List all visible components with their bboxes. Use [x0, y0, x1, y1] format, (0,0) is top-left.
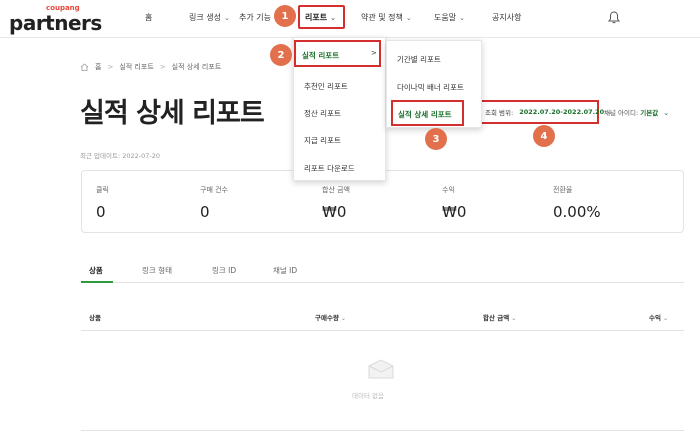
chevron-down-icon: ⌄ — [405, 14, 412, 22]
stat-value: 0 — [96, 203, 106, 221]
tab-link-type[interactable]: 링크 형태 — [142, 265, 172, 276]
empty-message: 데이터 없음 — [352, 392, 384, 400]
breadcrumb-current: 실적 상세 리포트 — [171, 63, 222, 71]
stat-label: 합산 금액 — [322, 186, 350, 194]
nav-report[interactable]: 리포트 ⌄ — [305, 12, 336, 23]
nav-report-label: 리포트 — [305, 13, 328, 22]
stat-label: 전환율 — [553, 186, 573, 194]
chevron-down-icon: ⌄ — [459, 14, 465, 22]
logo-main-text: partners — [9, 11, 102, 35]
nav-home[interactable]: 홈 — [145, 12, 152, 23]
col-total-amount-label: 합산 금액 — [483, 314, 510, 322]
sort-icon: ⌄ — [511, 315, 517, 322]
breadcrumb: 홈 > 실적 리포트 > 실적 상세 리포트 — [80, 62, 221, 72]
stat-value: ₩0 — [442, 203, 467, 221]
tab-link-id[interactable]: 링크 ID — [212, 265, 236, 276]
menu-item-detail-report[interactable]: 실적 상세 리포트 — [398, 109, 452, 120]
last-updated: 최근 업데이트: 2022-07-20 — [80, 152, 160, 160]
stat-clicks: 클릭 0 — [96, 185, 109, 221]
tab-channel-id[interactable]: 채널 ID — [273, 265, 297, 276]
date-range-label: 조회 범위: — [485, 109, 514, 117]
breadcrumb-separator: > — [107, 63, 114, 71]
step-marker-1: 1 — [274, 5, 296, 27]
step-marker-2: 2 — [270, 44, 292, 66]
menu-item-report-download[interactable]: 리포트 다운로드 — [304, 163, 355, 174]
menu-item-payment-report[interactable]: 지급 리포트 — [304, 135, 341, 146]
nav-help-label: 도움말 — [434, 13, 457, 22]
stat-value: ₩0 — [322, 203, 347, 221]
sort-icon: ⌄ — [662, 315, 668, 322]
channel-value: 기본값 — [640, 109, 659, 117]
chevron-down-icon: ⌄ — [663, 109, 670, 117]
channel-filter[interactable]: 채널 아이디: 기본값 ⌄ — [604, 107, 669, 117]
menu-item-settlement-report[interactable]: 정산 리포트 — [304, 108, 341, 119]
table-header: 상품 구매수량 ⌄ 합산 금액 ⌄ 수익 ⌄ — [81, 305, 684, 331]
step-marker-3: 3 — [425, 128, 447, 150]
menu-item-period-report[interactable]: 기간별 리포트 — [397, 54, 441, 65]
date-range-value: 2022.07.20-2022.07.20 — [519, 108, 605, 116]
top-header: coupang partners 홈 링크 생성 ⌄ 추가 기능 리포트 ⌄ 약관 … — [0, 0, 700, 38]
bell-icon[interactable] — [608, 11, 620, 24]
stat-total-amount: 합산 금액 ₩0 — [322, 185, 350, 221]
col-total-amount[interactable]: 합산 금액 ⌄ — [483, 312, 516, 322]
table-bottom-border — [81, 430, 684, 431]
stat-conversion: 전환율 0.00% — [553, 185, 601, 221]
nav-terms-label: 약관 및 정책 — [361, 13, 403, 22]
home-icon[interactable] — [80, 63, 89, 71]
stat-revenue: 수익 ₩0 — [442, 185, 466, 221]
breadcrumb-perf[interactable]: 실적 리포트 — [119, 62, 153, 72]
date-range-filter[interactable]: 조회 범위: 2022.07.20-2022.07.20 ⌄ — [480, 100, 613, 124]
page: coupang partners 홈 링크 생성 ⌄ 추가 기능 리포트 ⌄ 약관 … — [0, 0, 700, 441]
col-quantity[interactable]: 구매수량 ⌄ — [315, 312, 346, 322]
page-title: 실적 상세 리포트 — [80, 98, 265, 129]
nav-link-create-label: 링크 생성 — [189, 13, 221, 22]
chevron-right-icon: > — [371, 49, 377, 57]
menu-item-perf-report[interactable]: 실적 리포트 — [302, 50, 339, 61]
empty-box-icon — [368, 359, 394, 379]
stat-value: 0 — [200, 203, 210, 221]
stat-purchases: 구매 건수 0 — [200, 185, 228, 221]
nav-link-create[interactable]: 링크 생성 ⌄ — [189, 12, 230, 23]
menu-item-referrer-report[interactable]: 추천인 리포트 — [304, 81, 348, 92]
stat-value: 0.00% — [553, 203, 601, 221]
report-tabs: 상품 링크 형태 링크 ID 채널 ID — [81, 259, 684, 283]
col-revenue-label: 수익 — [649, 314, 661, 322]
nav-terms[interactable]: 약관 및 정책 ⌄ — [361, 12, 412, 23]
step-marker-4: 4 — [533, 125, 555, 147]
chevron-down-icon: ⌄ — [223, 14, 230, 22]
col-quantity-label: 구매수량 — [315, 314, 339, 322]
breadcrumb-home[interactable]: 홈 — [95, 62, 101, 72]
nav-notice[interactable]: 공지사항 — [492, 12, 521, 23]
active-tab-indicator — [81, 281, 113, 283]
tab-product[interactable]: 상품 — [89, 265, 103, 276]
chevron-down-icon: ⌄ — [330, 14, 336, 22]
nav-extra[interactable]: 추가 기능 — [239, 12, 271, 23]
stat-label: 클릭 — [96, 186, 109, 194]
stat-label: 수익 — [442, 186, 455, 194]
col-product: 상품 — [89, 314, 101, 322]
menu-item-dynamic-banner-report[interactable]: 다이나믹 배너 리포트 — [397, 82, 464, 93]
col-revenue[interactable]: 수익 ⌄ — [649, 312, 668, 322]
stat-label: 구매 건수 — [200, 186, 228, 194]
breadcrumb-separator: > — [159, 63, 166, 71]
channel-label: 채널 아이디: — [604, 109, 639, 117]
sort-icon: ⌄ — [340, 315, 346, 322]
nav-help[interactable]: 도움말 ⌄ — [434, 12, 465, 23]
